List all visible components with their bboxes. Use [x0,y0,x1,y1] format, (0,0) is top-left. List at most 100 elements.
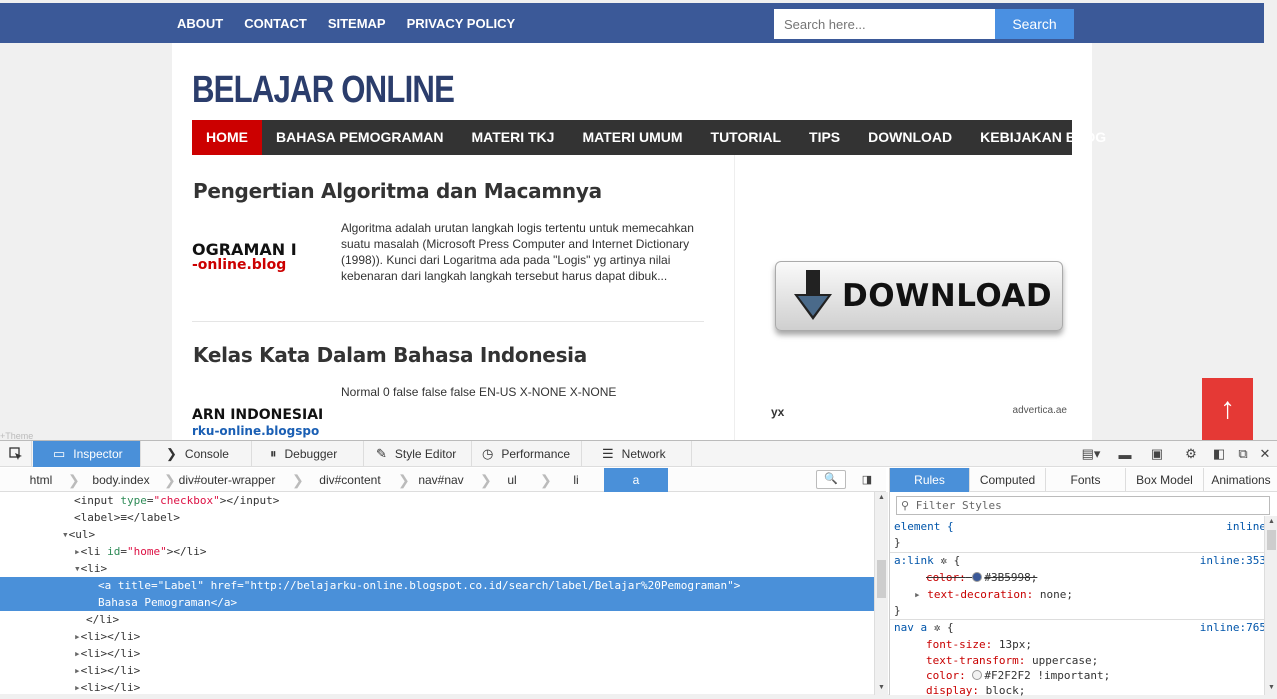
markup-line[interactable]: ▸<li id="home"></li> [0,543,874,560]
expand-triangle-icon[interactable]: ▸ [74,664,81,677]
mainnav-materi-umum[interactable]: MATERI UMUM [568,120,696,155]
post-thumbnail[interactable]: ARN INDONESIAI rku-online.blogspo [192,407,322,439]
markup-line-selected[interactable]: <a title="Label" href="http://belajarku-… [0,577,874,594]
mainnav-home[interactable]: HOME [192,120,262,155]
collapse-triangle-icon[interactable]: ▾ [62,528,69,541]
rule-declaration[interactable]: color: #3B5998; [894,569,1266,586]
breadcrumb-item[interactable]: body.index [82,468,160,492]
markup-line[interactable]: ▸<li></li> [0,679,874,695]
tab-computed[interactable]: Computed [970,468,1046,492]
search-icon[interactable]: 🔍 [816,470,846,489]
tab-performance[interactable]: ◷ Performance [472,441,582,467]
mainnav-download[interactable]: DOWNLOAD [854,120,966,155]
tab-box-model[interactable]: Box Model [1126,468,1204,492]
scroll-down-icon[interactable]: ▼ [875,682,888,694]
filter-rules-icon[interactable]: ✲ [940,554,947,567]
expand-triangle-icon[interactable]: ▸ [74,545,81,558]
scroll-up-icon[interactable]: ▲ [1265,516,1277,528]
breadcrumb-item-active[interactable]: a [604,468,668,492]
tab-rules[interactable]: Rules [890,468,970,492]
site-title[interactable]: BELAJAR ONLINE [192,69,455,112]
tab-animations[interactable]: Animations [1204,468,1277,492]
rule-source-link[interactable]: inline [1226,518,1266,535]
markup-line[interactable]: ▾<li> [0,560,874,577]
toggle-sidebar-icon[interactable]: ◨ [856,470,878,490]
tab-style-editor[interactable]: ✎ Style Editor [364,441,472,467]
markup-line[interactable]: ▸<li></li> [0,662,874,679]
expand-triangle-icon[interactable]: ▸ [914,588,927,601]
rule-line[interactable]: nav a ✲ {inline:765 [894,619,1266,636]
markup-scroll-thumb[interactable] [877,560,886,598]
topnav-about[interactable]: ABOUT [177,16,223,31]
rule-line[interactable]: element {inline [894,518,1266,535]
back-to-top-button[interactable]: ↑ [1202,378,1253,440]
expand-triangle-icon[interactable]: ▸ [74,630,81,643]
tab-inspector[interactable]: ▭ Inspector [33,441,141,467]
element-picker-icon[interactable] [0,441,32,467]
dock-bottom-icon[interactable]: ▬ [1114,441,1136,467]
rule-declaration[interactable]: font-size: 13px; [894,636,1266,653]
markup-text: <li></li> [80,681,141,694]
post-thumbnail[interactable]: OGRAMAN I -online.blog [192,241,322,273]
undock-window-icon[interactable]: ⧉ [1232,441,1254,467]
mainnav-kebijakan-blog[interactable]: KEBIJAKAN BLOG [966,120,1120,155]
markup-line[interactable]: ▸<li></li> [0,645,874,662]
topnav-sitemap[interactable]: SITEMAP [328,16,386,31]
mainnav-tutorial[interactable]: TUTORIAL [697,120,796,155]
color-swatch[interactable] [972,670,983,680]
breadcrumb-item[interactable]: li [556,468,596,492]
tab-network[interactable]: ☰ Network [582,441,692,467]
responsive-mode-icon[interactable]: ▣ [1146,441,1168,467]
color-swatch[interactable] [972,572,983,582]
breadcrumb-item[interactable]: nav#nav [412,468,470,492]
collapse-triangle-icon[interactable]: ▾ [74,562,81,575]
markup-scrollbar[interactable]: ▲ ▼ [874,492,888,695]
rule-source-link[interactable]: inline:353 [1200,552,1266,569]
mainnav-bahasa-pemograman[interactable]: BAHASA PEMOGRAMAN [262,120,457,155]
rule-declaration[interactable]: ▸ text-decoration: none; [894,586,1266,603]
markup-line[interactable]: ▸<li></li> [0,628,874,645]
markup-line[interactable]: ▾<ul> [0,526,874,543]
tab-fonts[interactable]: Fonts [1046,468,1126,492]
breadcrumb-item[interactable]: ul [494,468,530,492]
breadcrumb-item[interactable]: div#outer-wrapper [178,468,276,492]
tab-label: Performance [501,447,571,461]
search-input[interactable] [774,9,995,39]
markup-line[interactable]: <input type="checkbox"></input> [0,492,874,509]
mainnav-materi-tkj[interactable]: MATERI TKJ [457,120,568,155]
expand-triangle-icon[interactable]: ▸ [74,647,81,660]
prop-value: block; [985,684,1026,697]
expand-triangle-icon[interactable]: ▸ [74,681,81,694]
split-console-icon[interactable]: ▤▾ [1076,441,1106,467]
download-banner[interactable]: DOWNLOAD [775,261,1063,331]
post-title[interactable]: Pengertian Algoritma dan Macamnya [193,179,602,203]
rule-line[interactable]: a:link ✲ {inline:353 [894,552,1266,569]
markup-line[interactable]: </li> [0,611,874,628]
tab-debugger[interactable]: ⏸ Debugger [252,441,364,467]
download-label: DOWNLOAD [842,278,1053,314]
dock-side-icon[interactable]: ◧ [1208,441,1230,467]
filter-rules-icon[interactable]: ✲ [934,621,941,634]
filter-styles-input[interactable]: ⚲ Filter Styles [896,496,1270,515]
mainnav-tips[interactable]: TIPS [795,120,854,155]
search-icon: ⚲ [901,499,916,512]
scroll-up-icon[interactable]: ▲ [875,492,888,504]
topnav-privacy-policy[interactable]: PRIVACY POLICY [407,16,516,31]
breadcrumb-item[interactable]: html [20,468,62,492]
sidebar-scroll-thumb[interactable] [1267,530,1276,550]
settings-gear-icon[interactable]: ⚙ [1180,441,1202,467]
rule-source-link[interactable]: inline:765 [1200,619,1266,636]
topnav-contact[interactable]: CONTACT [244,16,307,31]
page-sidebar: DOWNLOAD yx advertica.ae [734,155,1092,440]
close-icon[interactable]: ✕ [1254,441,1276,467]
markup-line-selected[interactable]: Bahasa Pemograman</a> [0,594,874,611]
breadcrumb-item[interactable]: div#content [306,468,394,492]
post-title[interactable]: Kelas Kata Dalam Bahasa Indonesia [193,343,587,367]
sidebar-scrollbar[interactable]: ▲ ▼ [1264,516,1277,695]
tab-console[interactable]: ❯ Console [141,441,252,467]
markup-line[interactable]: <label>≡</label> [0,509,874,526]
search-button[interactable]: Search [995,9,1074,39]
scroll-down-icon[interactable]: ▼ [1265,682,1277,694]
ad-link[interactable]: advertica.ae [1013,405,1067,416]
rule-declaration[interactable]: display: block; [894,682,1266,699]
